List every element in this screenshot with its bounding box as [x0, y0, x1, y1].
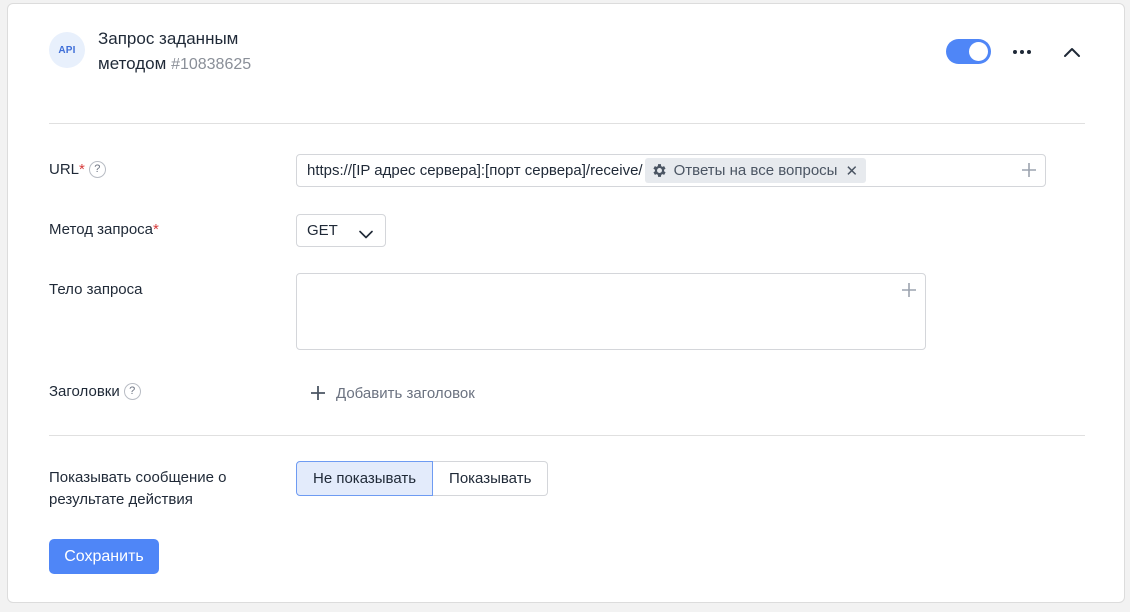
action-title-line1: Запрос заданным: [98, 29, 239, 48]
header-divider: [49, 123, 1085, 124]
url-input[interactable]: https://[IP адрес сервера]:[порт сервера…: [296, 154, 1046, 187]
chevron-down-icon: [359, 226, 373, 243]
chip-label: Ответы на все вопросы: [673, 162, 838, 179]
add-header-button[interactable]: Добавить заголовок: [310, 381, 475, 405]
plus-icon[interactable]: [901, 282, 917, 303]
variable-chip[interactable]: Ответы на все вопросы ✕: [644, 158, 867, 183]
option-show[interactable]: Показывать: [433, 461, 549, 496]
plus-icon[interactable]: [1021, 162, 1037, 182]
chevron-up-icon[interactable]: [1058, 39, 1086, 65]
section-divider: [49, 435, 1085, 436]
enable-toggle[interactable]: [946, 39, 991, 64]
close-icon[interactable]: ✕: [845, 162, 858, 180]
show-result-segmented: Не показывать Показывать: [296, 461, 549, 496]
url-value: https://[IP адрес сервера]:[порт сервера…: [307, 162, 643, 179]
headers-label: Заголовки?: [49, 381, 141, 403]
save-button[interactable]: Сохранить: [49, 539, 159, 574]
url-label: URL*?: [49, 159, 106, 181]
api-icon: API: [49, 32, 85, 68]
api-badge-label: API: [58, 44, 76, 56]
action-id: #10838625: [171, 56, 252, 73]
add-header-label: Добавить заголовок: [336, 384, 475, 402]
plus-icon: [311, 386, 325, 400]
required-mark: *: [79, 161, 85, 178]
more-dots-icon[interactable]: [1008, 40, 1036, 64]
required-mark: *: [153, 221, 159, 238]
body-label: Тело запроса: [49, 281, 143, 298]
gear-icon: [653, 164, 666, 177]
help-icon[interactable]: ?: [123, 382, 141, 400]
action-card: API Запрос заданным методом #10838625 UR…: [7, 3, 1125, 603]
body-textarea[interactable]: [296, 273, 926, 350]
method-selected: GET: [307, 222, 338, 239]
help-icon[interactable]: ?: [88, 160, 106, 178]
toggle-knob: [969, 42, 988, 61]
method-select[interactable]: GET: [296, 214, 386, 247]
method-label: Метод запроса*: [49, 221, 159, 238]
show-result-label: Показывать сообщение о результате действ…: [49, 469, 227, 508]
action-title-line2: методом: [98, 54, 167, 73]
option-hide[interactable]: Не показывать: [296, 461, 434, 496]
action-title: Запрос заданным методом #10838625: [98, 26, 318, 77]
